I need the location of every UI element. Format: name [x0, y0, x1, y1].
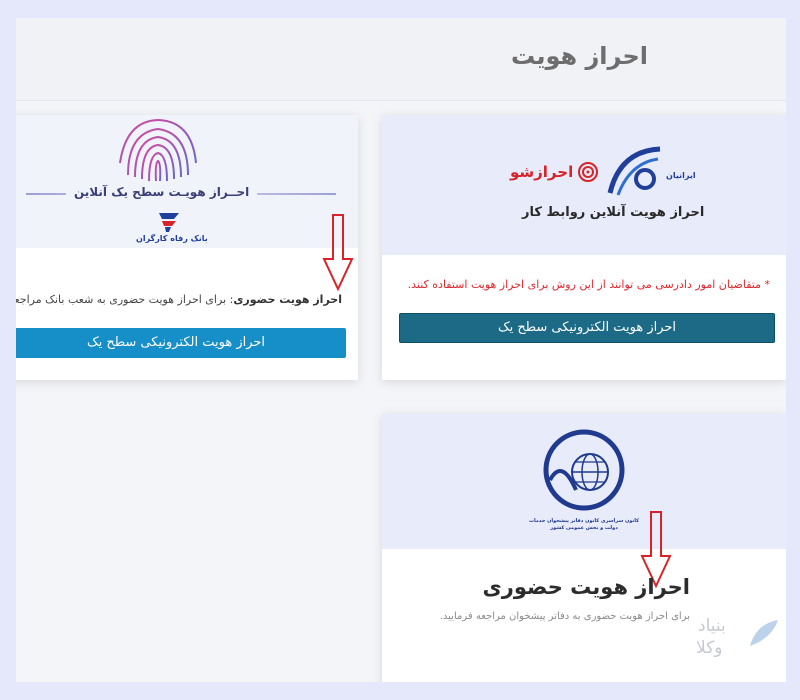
pishkhan-logo-caption: کانون سراسری کانون دفاتر پیشخوان خدمات د… [528, 518, 640, 531]
bank-banner: احــراز هویـت سطح یک آنلاین بانک رفاه کا… [16, 115, 358, 248]
bank-level-one-auth-button[interactable]: احراز هویت الکترونیکی سطح یک [16, 328, 346, 358]
watermark-line-2: وکلا [696, 638, 723, 658]
ehraz-auth-card: ایرانیان احرازشو احراز هویت آنلاین روابط… [382, 115, 786, 380]
page-title: احراز هویت [511, 42, 648, 70]
bank-auth-card: احــراز هویـت سطح یک آنلاین بانک رفاه کا… [16, 115, 358, 380]
ehrazsho-logo-icon [578, 162, 598, 182]
fingerprint-icon [119, 118, 197, 182]
ehraz-level-one-auth-button[interactable]: احراز هویت الکترونیکی سطح یک [399, 313, 775, 343]
red-down-arrow-icon [322, 214, 354, 292]
watermark-feather-icon [750, 620, 778, 646]
bank-refah-logo-icon [159, 213, 179, 232]
pishkhan-globe-logo-icon [543, 429, 625, 511]
ehraz-banner-caption: احراز هویت آنلاین روابط کار [522, 205, 705, 220]
ehraz-logo-icon [607, 146, 661, 196]
pishkhan-banner: کانون سراسری کانون دفاتر پیشخوان خدمات د… [382, 414, 786, 549]
pishkhan-description: برای احراز هویت حضوری به دفاتر پیشخوان م… [439, 611, 690, 622]
page-frame: احراز هویت احــراز هویـت سطح یک آنلاین ب… [16, 18, 786, 682]
watermark-line-1: بنیاد [698, 616, 726, 636]
ehraz-banner: ایرانیان احرازشو احراز هویت آنلاین روابط… [382, 115, 786, 255]
bank-presence-note: احراز هویت حضوری: برای احراز هویت حضوری … [16, 293, 342, 306]
pishkhan-heading: احراز هویت حضوری [482, 575, 690, 599]
ehraz-notice: * متقاضیان امور دادرسی می توانند از این … [407, 278, 770, 291]
page-header: احراز هویت [16, 18, 786, 101]
ehrazsho-logo-text: احرازشو [510, 163, 574, 181]
bank-banner-title: احــراز هویـت سطح یک آنلاین [66, 185, 258, 199]
watermark: بنیاد وکلا [694, 616, 784, 666]
ehraz-logo-text-1: ایرانیان [666, 171, 696, 180]
bank-name: بانک رفاه کارگران [136, 234, 208, 243]
